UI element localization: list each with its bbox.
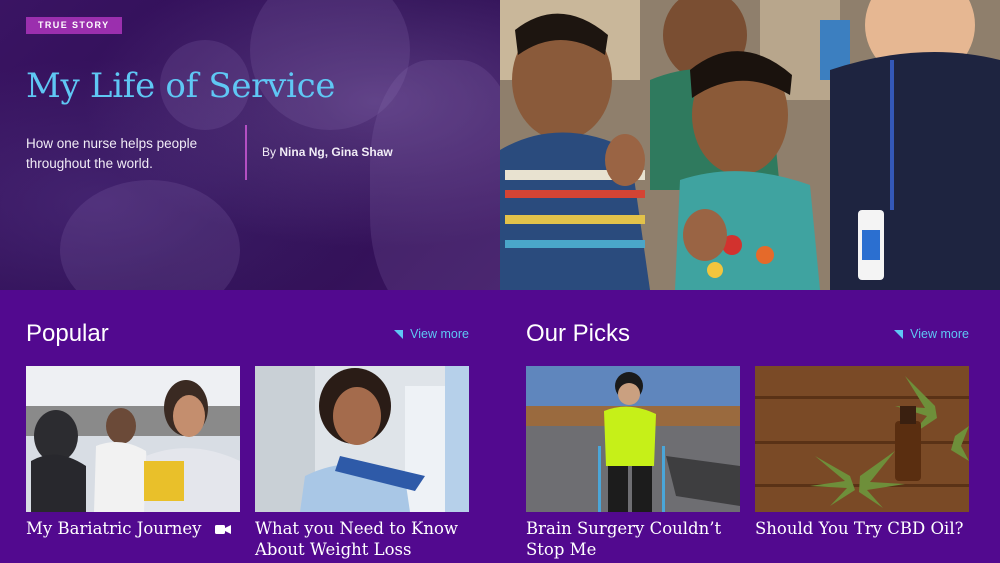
triangle-arrow-icon	[394, 329, 404, 339]
article-thumbnail	[755, 366, 969, 512]
view-more-link[interactable]: View more	[894, 327, 969, 341]
article-title: Brain Surgery Couldn’t Stop Me	[526, 519, 722, 559]
section-title: Popular	[26, 320, 109, 347]
article-thumbnail	[526, 366, 740, 512]
hero-subtitle: How one nurse helps people throughout th…	[26, 136, 198, 171]
byline-authors: Nina Ng, Gina Shaw	[279, 145, 393, 159]
hero-bg-figure	[370, 60, 500, 290]
story-badge: TRUE STORY	[26, 17, 122, 34]
article-title: What you Need to Know About Weight Loss …	[255, 519, 459, 563]
article-title: My Bariatric Journey	[26, 518, 240, 539]
our-picks-section: Our Picks View more Brain Surgery Couldn…	[500, 290, 1000, 563]
hero-title[interactable]: My Life of Service	[26, 66, 335, 106]
popular-section: Popular View more My Bariatric Journey W…	[0, 290, 500, 563]
article-thumbnail	[26, 366, 240, 512]
hero-bg-figure	[60, 180, 240, 290]
article-card[interactable]: My Bariatric Journey	[26, 366, 240, 539]
hero-photo	[500, 0, 1000, 290]
hero-banner[interactable]: TRUE STORY My Life of Service How one nu…	[0, 0, 1000, 290]
article-card[interactable]: What you Need to Know About Weight Loss …	[255, 366, 469, 563]
article-title-text: My Bariatric Journey	[26, 519, 202, 538]
triangle-arrow-icon	[894, 329, 904, 339]
article-card[interactable]: Brain Surgery Couldn’t Stop Me	[526, 366, 740, 560]
article-title: Should You Try CBD Oil?	[755, 519, 964, 538]
section-title: Our Picks	[526, 320, 631, 347]
video-camera-icon	[214, 524, 231, 535]
hero-divider	[245, 125, 247, 180]
view-more-label: View more	[910, 327, 969, 341]
article-thumbnail	[255, 366, 469, 512]
view-more-link[interactable]: View more	[394, 327, 469, 341]
article-card[interactable]: Should You Try CBD Oil?	[755, 366, 969, 539]
view-more-label: View more	[410, 327, 469, 341]
byline: By Nina Ng, Gina Shaw	[262, 145, 393, 159]
byline-prefix: By	[262, 145, 277, 159]
